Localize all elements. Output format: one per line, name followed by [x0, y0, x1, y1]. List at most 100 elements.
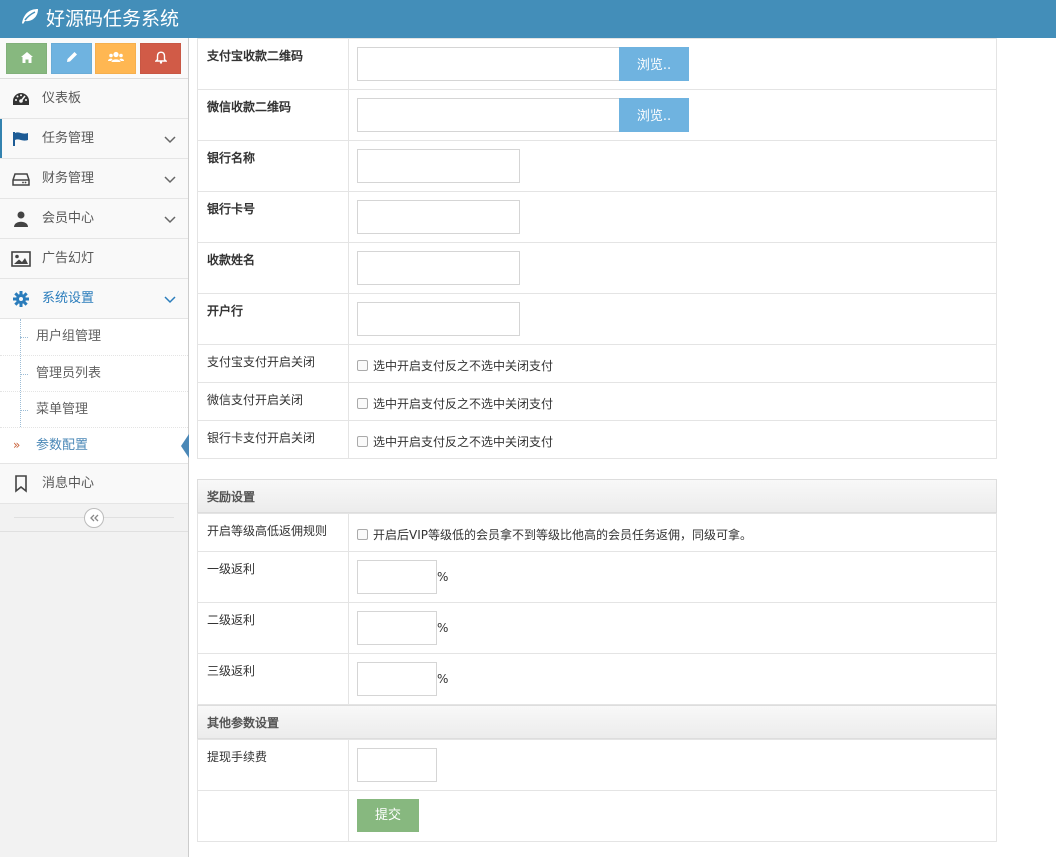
bank-card-number-input[interactable] [357, 200, 520, 234]
double-angle-right-icon: » [13, 438, 21, 452]
checkbox-label: 选中开启支付反之不选中关闭支付 [373, 397, 554, 411]
sidebar-collapse-button[interactable] [84, 508, 104, 528]
bank-branch-input[interactable] [357, 302, 520, 336]
bell-icon [153, 50, 168, 67]
chevron-down-icon [164, 213, 176, 227]
chevron-down-icon [164, 173, 176, 187]
level3-rebate-input[interactable] [357, 662, 437, 696]
home-icon [20, 51, 33, 66]
form-row: 一级返利 % [197, 551, 997, 603]
submenu-item-params-config[interactable]: » 参数配置 [0, 427, 189, 463]
field-label: 银行卡号 [197, 191, 349, 243]
sidebar-item-finance[interactable]: 财务管理 [0, 159, 188, 199]
checkbox-label: 选中开启支付反之不选中关闭支付 [373, 435, 554, 449]
field-label: 三级返利 [197, 653, 349, 705]
active-indicator [181, 434, 189, 458]
submenu-item-admin-list[interactable]: 管理员列表 [0, 355, 188, 391]
submenu-item-menu-manage[interactable]: 菜单管理 [0, 391, 188, 427]
browse-button[interactable]: 浏览.. [619, 47, 689, 81]
sidebar-item-dashboard[interactable]: 仪表板 [0, 79, 188, 119]
alipay-qr-file-input[interactable]: 浏览.. [357, 47, 689, 81]
app-title: 好源码任务系统 [46, 8, 180, 30]
level2-rebate-input[interactable] [357, 611, 437, 645]
percent-unit: % [437, 570, 449, 584]
browse-button[interactable]: 浏览.. [619, 98, 689, 132]
sidebar-item-label: 系统设置 [42, 291, 95, 306]
checkbox-label: 开启后VIP等级低的会员拿不到等级比他高的会员任务返佣，同级可拿。 [373, 528, 752, 542]
sidebar-item-label: 财务管理 [42, 171, 95, 186]
withdrawal-fee-input[interactable] [357, 748, 437, 782]
field-label: 银行名称 [197, 140, 349, 192]
field-label: 开户行 [197, 293, 349, 345]
sidebar-item-settings[interactable]: 系统设置 [0, 279, 188, 319]
hdd-icon [11, 170, 31, 188]
submit-button[interactable]: 提交 [357, 799, 419, 832]
field-label: 提现手续费 [197, 739, 349, 791]
chevron-down-icon [164, 293, 176, 307]
form-row: 银行卡号 [197, 191, 997, 243]
submenu-item-label: 用户组管理 [36, 329, 102, 344]
bell-shortcut-button[interactable] [140, 43, 181, 74]
sidebar: 仪表板 任务管理 财务管理 会员中心 广告幻灯 系统设置 用户组管理 管理员列表 [0, 38, 189, 857]
other-settings-table: 提现手续费 提交 [197, 739, 997, 842]
section-title-rewards: 奖励设置 [197, 479, 997, 513]
field-label: 收款姓名 [197, 242, 349, 294]
submenu-item-label: 管理员列表 [36, 366, 102, 381]
field-label: 二级返利 [197, 602, 349, 654]
sidebar-collapse-bar [0, 504, 188, 532]
level1-rebate-input[interactable] [357, 560, 437, 594]
bookmark-icon [11, 475, 31, 493]
submenu-item-label: 参数配置 [36, 438, 89, 453]
form-row: 开启等级高低返佣规则 开启后VIP等级低的会员拿不到等级比他高的会员任务返佣，同… [197, 513, 997, 552]
percent-unit: % [437, 621, 449, 635]
form-row: 开户行 [197, 293, 997, 345]
level-rebate-rule-checkbox[interactable] [357, 529, 368, 540]
sidebar-shortcuts [0, 38, 188, 79]
sidebar-item-label: 会员中心 [42, 211, 95, 226]
chevron-down-icon [164, 133, 176, 147]
sidebar-item-label: 广告幻灯 [42, 251, 95, 266]
main-content: 支付宝收款二维码 浏览.. 微信收款二维码 浏览.. 银行名称 银行卡号 收款姓… [197, 38, 997, 842]
user-icon [11, 210, 31, 228]
form-row: 微信收款二维码 浏览.. [197, 89, 997, 141]
flag-icon [11, 130, 31, 148]
picture-icon [11, 250, 31, 268]
field-label: 微信支付开启关闭 [197, 382, 349, 421]
field-label: 一级返利 [197, 551, 349, 603]
pencil-shortcut-button[interactable] [51, 43, 92, 74]
payment-settings-table: 支付宝收款二维码 浏览.. 微信收款二维码 浏览.. 银行名称 银行卡号 收款姓… [197, 38, 997, 459]
form-row: 二级返利 % [197, 602, 997, 654]
gear-icon [11, 290, 31, 308]
form-row: 三级返利 % [197, 653, 997, 705]
leaf-icon [20, 5, 46, 33]
bankcard-toggle-checkbox[interactable] [357, 436, 368, 447]
sidebar-item-ads[interactable]: 广告幻灯 [0, 239, 188, 279]
field-label: 支付宝支付开启关闭 [197, 344, 349, 383]
wechat-toggle-checkbox[interactable] [357, 398, 368, 409]
top-navbar: 好源码任务系统 [0, 0, 1056, 38]
sidebar-item-messages[interactable]: 消息中心 [0, 464, 188, 504]
field-label: 银行卡支付开启关闭 [197, 420, 349, 459]
submenu-item-label: 菜单管理 [36, 402, 89, 417]
sidebar-item-label: 仪表板 [42, 91, 82, 106]
users-shortcut-button[interactable] [95, 43, 136, 74]
sidebar-item-tasks[interactable]: 任务管理 [0, 119, 188, 159]
pencil-icon [66, 51, 78, 66]
users-icon [107, 51, 124, 66]
dashboard-icon [11, 90, 31, 108]
form-row: 提现手续费 [197, 739, 997, 791]
payee-name-input[interactable] [357, 251, 520, 285]
alipay-toggle-checkbox[interactable] [357, 360, 368, 371]
form-row: 微信支付开启关闭 选中开启支付反之不选中关闭支付 [197, 382, 997, 421]
sidebar-item-label: 消息中心 [42, 476, 95, 491]
wechat-qr-file-input[interactable]: 浏览.. [357, 98, 689, 132]
percent-unit: % [437, 672, 449, 686]
sidebar-item-label: 任务管理 [42, 131, 95, 146]
bank-name-input[interactable] [357, 149, 520, 183]
sidebar-item-members[interactable]: 会员中心 [0, 199, 188, 239]
home-shortcut-button[interactable] [6, 43, 47, 74]
form-row: 支付宝收款二维码 浏览.. [197, 38, 997, 90]
submenu-item-user-groups[interactable]: 用户组管理 [0, 319, 188, 355]
checkbox-label: 选中开启支付反之不选中关闭支付 [373, 359, 554, 373]
brand[interactable]: 好源码任务系统 [20, 5, 179, 33]
